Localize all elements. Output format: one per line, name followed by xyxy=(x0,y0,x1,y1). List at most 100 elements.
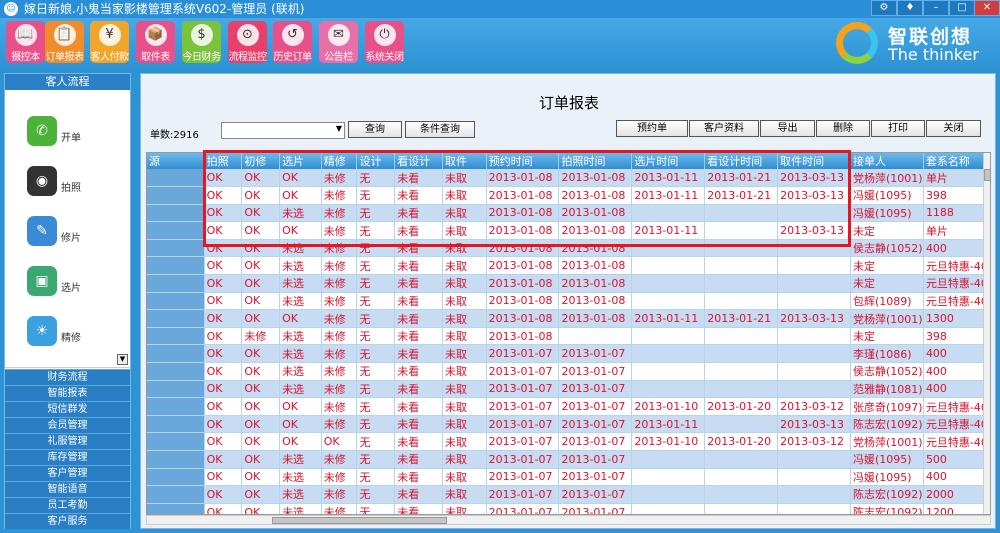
column-header-4[interactable]: 精修 xyxy=(321,153,358,169)
toolbar-button-1[interactable]: 📋 订单报表 xyxy=(45,21,84,63)
table-cell: 未看 xyxy=(394,468,443,487)
toolbar-button-5[interactable]: ⊙ 流程监控 xyxy=(228,21,267,63)
table-row[interactable]: OK OK 未选 未修无未看 未取 2013-01-07 2013-01-07 李瑾(1086… xyxy=(147,344,990,364)
module-menu-item-1[interactable]: 智能报表 xyxy=(5,385,130,401)
column-header-12[interactable]: 取件时间 xyxy=(777,153,851,169)
table-row[interactable]: OK OK OK 未修无未看 未取 2013-01-07 2013-01-07 2013-01… xyxy=(147,397,990,416)
delete-button[interactable]: 删除 xyxy=(816,120,870,137)
module-menu-item-3[interactable]: 会员管理 xyxy=(5,417,130,433)
table-cell xyxy=(704,256,779,276)
module-menu-item-7[interactable]: 智能语音 xyxy=(5,481,130,497)
table-cell: OK xyxy=(204,239,243,258)
column-header-9[interactable]: 拍照时间 xyxy=(558,153,633,169)
column-header-3[interactable]: 选片 xyxy=(279,153,322,169)
table-row[interactable]: OK OK 未选 未修无未看 未取 2013-01-08 2013-01-08 冯媛(1095… xyxy=(147,204,990,223)
table-cell: 未选 xyxy=(279,485,322,504)
module-menu-item-6[interactable]: 客户管理 xyxy=(5,465,130,481)
module-menu-item-8[interactable]: 员工考勤 xyxy=(5,497,130,513)
title-bar: ☺ 嫁日新娘.小鬼当家影楼管理系统V602-管理员 (联机) ⚙ ♦ – □ ✕ xyxy=(0,0,1000,18)
logo-ring-icon xyxy=(836,22,878,64)
query-button[interactable]: 查询 xyxy=(348,121,402,138)
condition-query-button[interactable]: 条件查询 xyxy=(405,121,475,138)
table-cell: 未看 xyxy=(394,362,443,381)
vertical-scrollbar[interactable] xyxy=(983,153,990,514)
flow-item-3[interactable]: ▣ 选片 xyxy=(25,266,125,306)
column-header-5[interactable]: 设计 xyxy=(356,153,396,169)
toolbar-button-7[interactable]: ✉ 公告栏 xyxy=(319,21,358,63)
print-button[interactable]: 打印 xyxy=(871,120,925,137)
table-row[interactable]: OK OK 未选 未修无未看 未取 2013-01-08 2013-01-08 侯志静(105… xyxy=(147,239,990,258)
table-cell: 未选 xyxy=(279,274,322,293)
flow-item-0[interactable]: ✆ 开单 xyxy=(25,116,125,156)
horizontal-scroll-thumb[interactable] xyxy=(272,517,447,524)
table-row[interactable]: OK OK 未选 未修无未看 未取 2013-01-08 2013-01-08 未定 元旦特惠-… xyxy=(147,274,990,293)
skin-button[interactable]: ♦ xyxy=(897,0,923,16)
column-header-2[interactable]: 初修 xyxy=(241,153,281,169)
table-row[interactable]: OK OK OK 未修无未看 未取 2013-01-08 2013-01-08 2013-01… xyxy=(147,169,990,188)
table-row[interactable]: OK OK OK 未修无未看 未取 2013-01-08 2013-01-08 2013-01… xyxy=(147,186,990,205)
left-navigation-panel: 客人流程 ▼ ✆ 开单 ◉ 拍照 ✎ 修片 ▣ 选片 ☀ 精修 财务流程 智能报表 短信群发 会员管理礼… xyxy=(4,73,131,529)
maximize-button[interactable]: □ xyxy=(949,0,975,16)
column-header-1[interactable]: 拍照 xyxy=(204,153,243,169)
customer-info-button[interactable]: 客户资料 xyxy=(689,120,759,137)
table-cell: 单片 xyxy=(923,169,990,188)
module-menu-item-2[interactable]: 短信群发 xyxy=(5,401,130,417)
column-header-14[interactable]: 套系名称 xyxy=(923,153,990,169)
table-cell: 2013-01-07 xyxy=(486,485,560,504)
vertical-scroll-thumb[interactable] xyxy=(984,169,990,181)
table-cell: 未选 xyxy=(279,239,322,258)
table-row[interactable]: OK OK 未选 未修无未看 未取 2013-01-07 2013-01-07 陈志宏(109… xyxy=(147,503,990,514)
column-header-8[interactable]: 预约时间 xyxy=(486,153,560,169)
flow-item-2[interactable]: ✎ 修片 xyxy=(25,216,125,256)
module-menu-item-5[interactable]: 库存管理 xyxy=(5,449,130,465)
module-menu-item-0[interactable]: 财务流程 xyxy=(5,369,130,385)
appointment-button[interactable]: 预约单 xyxy=(616,120,688,137)
close-window-button[interactable]: ✕ xyxy=(974,0,1000,16)
query-combobox[interactable]: ▼ xyxy=(221,122,345,139)
table-row[interactable]: OK OK 未选 未修无未看 未取 2013-01-07 2013-01-07 范雅静(108… xyxy=(147,380,990,399)
settings-button[interactable]: ⚙ xyxy=(871,0,897,16)
table-cell: OK xyxy=(241,309,281,328)
flow-item-4[interactable]: ☀ 精修 xyxy=(25,316,125,356)
minimize-button[interactable]: – xyxy=(923,0,949,16)
table-row[interactable]: OK OK 未选 未修无未看 未取 2013-01-08 2013-01-08 包辉(1089… xyxy=(147,292,990,311)
flow-item-1[interactable]: ◉ 拍照 xyxy=(25,166,125,206)
module-menu-item-4[interactable]: 礼服管理 xyxy=(5,433,130,449)
table-cell xyxy=(704,204,779,223)
table-row[interactable]: OK OK 未选 未修无未看 未取 2013-01-07 2013-01-07 冯媛(1095… xyxy=(147,468,990,487)
table-cell xyxy=(631,344,706,364)
table-row[interactable]: OK OK 未选 未修无未看 未取 2013-01-07 2013-01-07 侯志静(105… xyxy=(147,362,990,381)
toolbar-button-3[interactable]: 📦 取件表 xyxy=(136,21,175,63)
toolbar-button-8[interactable]: ⏻ 系统关闭 xyxy=(365,21,404,63)
horizontal-scrollbar[interactable] xyxy=(146,515,991,525)
table-row[interactable]: OK OK OK OK 无未看 未取 2013-01-07 2013-01-07 2013-01… xyxy=(147,432,990,451)
table-cell xyxy=(777,274,851,293)
toolbar-button-0[interactable]: 📖 摄控本 xyxy=(6,21,45,63)
table-row[interactable]: OK OK 未选 未修无未看 未取 2013-01-08 2013-01-08 未定 元旦特惠-… xyxy=(147,256,990,276)
export-button[interactable]: 导出 xyxy=(760,120,815,137)
table-row[interactable]: OK OK OK 未修无未看 未取 2013-01-07 2013-01-07 2013-01… xyxy=(147,415,990,434)
column-header-13[interactable]: 接单人 xyxy=(850,153,924,169)
toolbar-button-6[interactable]: ↺ 历史订单 xyxy=(273,21,312,63)
table-cell: 2013-01-07 xyxy=(486,450,560,469)
column-header-6[interactable]: 看设计 xyxy=(394,153,443,169)
table-row[interactable]: OK OK 未选 未修无未看 未取 2013-01-07 2013-01-07 陈志宏(109… xyxy=(147,485,990,504)
table-row[interactable]: OK 未修 未选 未修无未看 未取 2013-01-08 未定 398 xyxy=(147,327,990,346)
module-menu-item-9[interactable]: 客户服务 xyxy=(5,513,130,529)
table-row[interactable]: OK OK OK 未修无未看 未取 2013-01-08 2013-01-08 2013-01… xyxy=(147,309,990,328)
column-header-7[interactable]: 取件 xyxy=(442,153,487,169)
close-button[interactable]: 关闭 xyxy=(926,120,981,137)
column-header-11[interactable]: 看设计时间 xyxy=(704,153,779,169)
toolbar-button-2[interactable]: ¥ 客人付款 xyxy=(90,21,129,63)
toolbar-button-4[interactable]: $ 今日财务 xyxy=(182,21,221,63)
table-cell: 2013-01-08 xyxy=(486,204,560,223)
table-row[interactable]: OK OK 未选 未修无未看 未取 2013-01-07 2013-01-07 冯媛(1095… xyxy=(147,450,990,469)
column-header-10[interactable]: 选片时间 xyxy=(631,153,706,169)
table-cell: 1188 xyxy=(923,204,990,223)
customer-flow-header[interactable]: 客人流程 xyxy=(5,74,130,90)
table-cell: 2013-01-08 xyxy=(486,186,560,205)
table-cell: 未看 xyxy=(394,309,443,328)
column-header-0[interactable]: 源 xyxy=(147,153,205,169)
table-cell: 未选 xyxy=(279,503,322,514)
table-row[interactable]: OK OK OK 未修无未看 未取 2013-01-08 2013-01-08 2013-01… xyxy=(147,221,990,240)
